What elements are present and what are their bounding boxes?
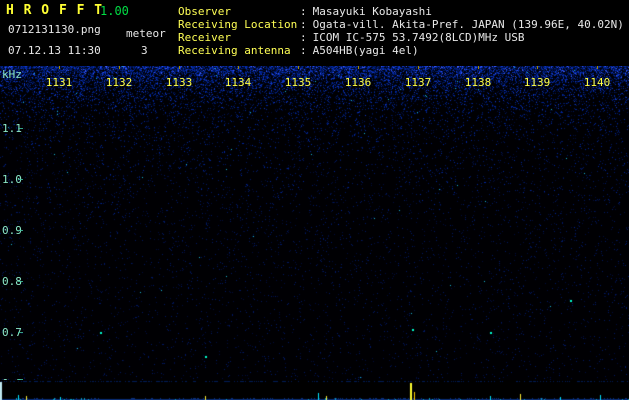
event-count: 3 (141, 44, 148, 57)
y-tick-mark (18, 179, 23, 180)
info-value: A504HB(yagi 4el) (313, 44, 419, 57)
info-row-antenna: Receiving antenna : A504HB(yagi 4el) (178, 44, 624, 57)
app-title: H R O F F T (6, 3, 103, 18)
x-tick-mark (119, 66, 120, 69)
info-label: Receiving Location (178, 18, 300, 31)
info-row-observer: Observer : Masayuki Kobayashi (178, 5, 624, 18)
x-tick-mark (537, 66, 538, 69)
y-tick-mark (18, 230, 23, 231)
info-value: Masayuki Kobayashi (313, 5, 432, 18)
info-colon: : (300, 31, 307, 44)
x-tick-label: 1132 (104, 76, 134, 89)
x-tick-label: 1134 (223, 76, 253, 89)
info-label: Receiving antenna (178, 44, 300, 57)
x-tick-mark (238, 66, 239, 69)
x-tick-mark (179, 66, 180, 69)
info-colon: : (300, 18, 307, 31)
x-tick-label: 1139 (522, 76, 552, 89)
x-tick-mark (597, 66, 598, 69)
info-colon: : (300, 5, 307, 18)
x-tick-label: 1131 (44, 76, 74, 89)
x-tick-mark (418, 66, 419, 69)
x-tick-mark (59, 66, 60, 69)
app-version: 1.00 (100, 4, 129, 18)
timestamp: 07.12.13 11:30 (8, 44, 101, 57)
x-tick-mark (358, 66, 359, 69)
info-colon: : (300, 44, 307, 57)
x-tick-label: 1135 (283, 76, 313, 89)
signal-level-canvas (0, 380, 629, 400)
x-tick-label: 1140 (582, 76, 612, 89)
spectrogram-noise-canvas (0, 66, 629, 380)
mode-label: meteor (126, 27, 166, 40)
y-tick-mark (18, 128, 23, 129)
y-tick-mark (18, 332, 23, 333)
x-tick-label: 1136 (343, 76, 373, 89)
info-row-location: Receiving Location : Ogata-vill. Akita-P… (178, 18, 624, 31)
y-tick-mark (18, 281, 23, 282)
x-tick-label: 1133 (164, 76, 194, 89)
x-tick-label: 1137 (403, 76, 433, 89)
x-tick-mark (298, 66, 299, 69)
info-label: Receiver (178, 31, 300, 44)
spectrogram-panel: 1131 1132 1133 1134 1135 1136 1137 1138 … (0, 66, 629, 380)
signal-level-strip (0, 380, 629, 400)
x-tick-mark (478, 66, 479, 69)
station-info: Observer : Masayuki Kobayashi Receiving … (178, 5, 624, 57)
info-value: Ogata-vill. Akita-Pref. JAPAN (139.96E, … (313, 18, 624, 31)
y-axis-unit: kHz (2, 68, 22, 81)
output-filename: 0712131130.png (8, 23, 101, 36)
x-tick-label: 1138 (463, 76, 493, 89)
info-value: ICOM IC-575 53.7492(8LCD)MHz USB (313, 31, 525, 44)
info-row-receiver: Receiver : ICOM IC-575 53.7492(8LCD)MHz … (178, 31, 624, 44)
info-label: Observer (178, 5, 300, 18)
